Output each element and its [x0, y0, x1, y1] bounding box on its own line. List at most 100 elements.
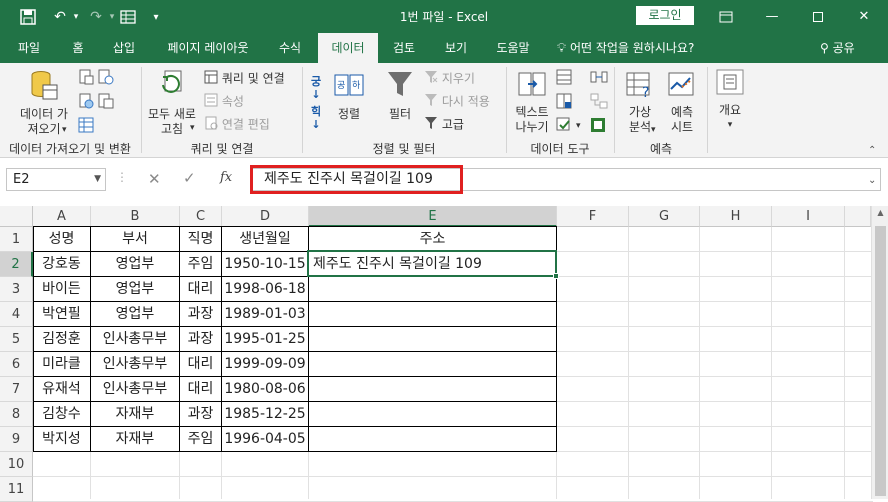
table-cell[interactable]: 인사총무부: [91, 327, 179, 352]
column-header-h[interactable]: H: [700, 206, 772, 227]
tell-me-search[interactable]: 💡︎ 어떤 작업을 원하시나요?: [557, 33, 694, 63]
advanced-filter-button[interactable]: 고급: [424, 116, 484, 134]
header-cell[interactable]: 주소: [309, 227, 556, 252]
data-model-icon[interactable]: [590, 117, 606, 137]
get-data-dropdown-icon[interactable]: ▾: [62, 123, 67, 138]
column-header-a[interactable]: A: [33, 206, 91, 227]
outline-button[interactable]: 개요 ▾: [712, 69, 748, 133]
column-header-g[interactable]: G: [629, 206, 700, 227]
table-cell[interactable]: 유재석: [33, 377, 90, 402]
customize-icon[interactable]: ▾: [146, 7, 166, 27]
scroll-thumb[interactable]: [875, 226, 886, 496]
collapse-ribbon-icon[interactable]: ⌃: [868, 143, 876, 158]
data-validation-icon[interactable]: [556, 117, 572, 137]
header-cell[interactable]: 부서: [91, 227, 179, 252]
sort-button[interactable]: 공하 정렬: [332, 73, 366, 122]
properties-button[interactable]: 속성: [204, 93, 284, 111]
table-cell[interactable]: 1999-09-09: [222, 352, 308, 377]
existing-connections-icon[interactable]: [98, 93, 114, 113]
data-validation-dropdown-icon[interactable]: ▾: [576, 119, 581, 134]
table-cell[interactable]: 주임: [180, 427, 221, 452]
column-header-j[interactable]: [845, 206, 871, 227]
table-cell[interactable]: 1989-01-03: [222, 302, 308, 327]
recent-sources-icon[interactable]: [98, 69, 114, 89]
row-header-5[interactable]: 5: [0, 327, 33, 352]
table-cell[interactable]: 김정훈: [33, 327, 90, 352]
column-header-b[interactable]: B: [91, 206, 180, 227]
table-cell[interactable]: [309, 427, 556, 452]
row-header-2[interactable]: 2: [0, 252, 33, 277]
share-button[interactable]: ⚲ 공유: [820, 33, 855, 63]
save-icon[interactable]: [18, 7, 38, 27]
table-cell[interactable]: [309, 352, 556, 377]
tab-review[interactable]: 검토: [382, 33, 426, 63]
table-cell[interactable]: 자재부: [91, 427, 179, 452]
row-header-6[interactable]: 6: [0, 352, 33, 377]
table-cell[interactable]: 자재부: [91, 402, 179, 427]
row-header-4[interactable]: 4: [0, 302, 33, 327]
tab-insert[interactable]: 삽입: [102, 33, 146, 63]
remove-duplicates-icon[interactable]: [556, 93, 572, 113]
table-cell[interactable]: 주임: [180, 252, 221, 277]
sort-descending-icon[interactable]: 힉 ↓: [306, 105, 326, 131]
table-cell[interactable]: 과장: [180, 402, 221, 427]
sort-ascending-icon[interactable]: 궁 ↓: [306, 75, 326, 101]
name-box[interactable]: E2 ▼: [6, 168, 106, 191]
name-box-dropdown-icon[interactable]: ▼: [94, 169, 101, 190]
table-cell[interactable]: [309, 277, 556, 302]
expand-formula-icon[interactable]: ⌄: [868, 173, 876, 188]
table-cell[interactable]: 대리: [180, 277, 221, 302]
refresh-dropdown-icon[interactable]: ▾: [190, 121, 195, 136]
queries-connections-button[interactable]: 쿼리 및 연결: [204, 70, 304, 88]
table-cell[interactable]: 인사총무부: [91, 352, 179, 377]
from-text-icon[interactable]: [78, 69, 94, 89]
select-all-button[interactable]: [0, 206, 33, 227]
column-header-e[interactable]: E: [309, 206, 557, 227]
table-cell[interactable]: [309, 302, 556, 327]
vertical-scrollbar[interactable]: ▲: [871, 206, 888, 499]
close-icon[interactable]: ✕: [841, 0, 887, 33]
table-cell[interactable]: 1950-10-15: [222, 252, 308, 277]
table-cell[interactable]: 영업부: [91, 302, 179, 327]
relationships-icon[interactable]: [590, 93, 608, 113]
text-to-columns-button[interactable]: 텍스트 나누기: [510, 71, 554, 135]
insert-function-icon[interactable]: fx: [220, 170, 232, 185]
outline-dropdown-icon[interactable]: ▾: [712, 118, 748, 133]
minimize-icon[interactable]: —: [749, 0, 795, 33]
from-web-icon[interactable]: [78, 93, 94, 113]
row-header-3[interactable]: 3: [0, 277, 33, 302]
worksheet-grid[interactable]: ABCDEFGHI 1 2 3 4 5 6 7 8 9 10 11 성명 부서 직명 생년월일 주소 강호동 영…: [0, 206, 888, 502]
table-cell[interactable]: 1998-06-18: [222, 277, 308, 302]
table-cell[interactable]: 대리: [180, 352, 221, 377]
column-header-i[interactable]: I: [772, 206, 845, 227]
table-cell[interactable]: 과장: [180, 327, 221, 352]
table-cell[interactable]: 1980-08-06: [222, 377, 308, 402]
consolidate-icon[interactable]: [590, 69, 608, 89]
tab-view[interactable]: 보기: [434, 33, 478, 63]
table-cell[interactable]: [309, 402, 556, 427]
header-cell[interactable]: 직명: [180, 227, 221, 252]
row-header-11[interactable]: 11: [0, 477, 33, 502]
flash-fill-icon[interactable]: [556, 69, 572, 89]
table-cell[interactable]: 김창수: [33, 402, 90, 427]
header-cell[interactable]: 성명: [33, 227, 90, 252]
form-icon[interactable]: [118, 7, 138, 27]
table-cell[interactable]: 박지성: [33, 427, 90, 452]
tab-page-layout[interactable]: 페이지 레이아웃: [153, 33, 263, 63]
table-cell[interactable]: [309, 327, 556, 352]
formula-input[interactable]: 제주도 진주시 목걸이길 109: [250, 165, 881, 194]
scroll-up-icon[interactable]: ▲: [872, 208, 888, 217]
reapply-button[interactable]: 다시 적용: [424, 93, 504, 111]
header-cell[interactable]: 생년월일: [222, 227, 308, 252]
tab-formulas[interactable]: 수식: [268, 33, 312, 63]
column-header-f[interactable]: F: [557, 206, 629, 227]
filter-button[interactable]: 필터: [382, 69, 418, 122]
table-cell[interactable]: 1985-12-25: [222, 402, 308, 427]
tab-data[interactable]: 데이터: [318, 33, 378, 63]
column-header-c[interactable]: C: [180, 206, 222, 227]
tab-home[interactable]: 홈: [60, 33, 96, 63]
what-if-dropdown-icon[interactable]: ▾: [651, 123, 656, 138]
maximize-icon[interactable]: [795, 0, 841, 33]
table-cell[interactable]: 영업부: [91, 252, 179, 277]
undo-dropdown-icon[interactable]: ▾: [66, 7, 86, 27]
